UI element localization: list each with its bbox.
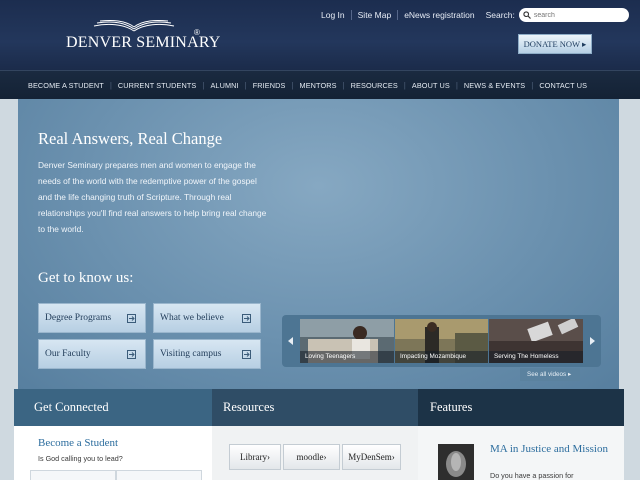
nav-resources[interactable]: RESOURCES	[345, 81, 404, 90]
connect-tab[interactable]	[30, 470, 116, 480]
features-heading: Features	[418, 389, 624, 426]
nav-friends[interactable]: FRIENDS	[247, 81, 292, 90]
see-all-videos-link[interactable]: See all videos ▸	[520, 368, 580, 381]
visiting-campus-button[interactable]: Visiting campus	[153, 339, 261, 369]
sitemap-link[interactable]: Site Map	[352, 10, 399, 20]
resources-heading: Resources	[212, 389, 418, 426]
feature-text: Do you have a passion for	[490, 471, 574, 480]
arrow-right-icon	[242, 350, 251, 359]
feature-title-link[interactable]: MA in Justice and Mission	[490, 443, 610, 456]
video-caption: Loving Teenagers	[300, 351, 394, 363]
carousel-next-button[interactable]	[586, 333, 598, 349]
nav-become-a-student[interactable]: BECOME A STUDENT	[22, 81, 110, 90]
get-to-know-heading: Get to know us:	[38, 270, 134, 286]
library-label: Library›	[240, 452, 270, 462]
become-a-student-subtitle: Is God calling you to lead?	[38, 454, 123, 463]
our-faculty-button[interactable]: Our Faculty	[38, 339, 146, 369]
library-button[interactable]: Library›	[229, 444, 281, 470]
resources-panel: Library› moodle› MyDenSem›	[212, 426, 418, 480]
video-thumb-impacting-mozambique[interactable]: Impacting Mozambique	[395, 319, 488, 363]
get-connected-panel: Become a Student Is God calling you to l…	[14, 426, 212, 480]
registered-mark: ®	[194, 28, 200, 37]
video-thumb-serving-the-homeless[interactable]: Serving The Homeless	[489, 319, 583, 363]
search-icon	[523, 11, 531, 19]
chevron-left-icon	[288, 337, 293, 345]
video-thumb-loving-teenagers[interactable]: Loving Teenagers	[300, 319, 394, 363]
hero-panel: Real Answers, Real Change Denver Seminar…	[18, 99, 619, 389]
degree-programs-button[interactable]: Degree Programs	[38, 303, 146, 333]
carousel-prev-button[interactable]	[285, 333, 297, 349]
login-link[interactable]: Log In	[315, 10, 352, 20]
main-nav: BECOME A STUDENT | CURRENT STUDENTS | AL…	[0, 70, 640, 99]
open-book-icon	[93, 20, 175, 32]
search-label: Search:	[485, 10, 515, 20]
site-logo[interactable]: DENVER SEMINARY ®	[66, 20, 220, 52]
what-we-believe-button[interactable]: What we believe	[153, 303, 261, 333]
nav-about-us[interactable]: ABOUT US	[406, 81, 456, 90]
chevron-right-icon	[590, 337, 595, 345]
degree-programs-label: Degree Programs	[45, 313, 112, 323]
arrow-right-icon	[127, 314, 136, 323]
video-carousel: Loving Teenagers Impacting Mozambique Se…	[282, 315, 601, 367]
video-caption: Impacting Mozambique	[395, 351, 488, 363]
search-box[interactable]	[518, 8, 629, 22]
hero-description: Denver Seminary prepares men and women t…	[38, 160, 267, 234]
nav-news-events[interactable]: NEWS & EVENTS	[458, 81, 531, 90]
mydensem-button[interactable]: MyDenSem›	[342, 444, 401, 470]
visiting-campus-label: Visiting campus	[160, 349, 222, 359]
what-we-believe-label: What we believe	[160, 313, 224, 323]
nav-current-students[interactable]: CURRENT STUDENTS	[112, 81, 203, 90]
nav-alumni[interactable]: ALUMNI	[204, 81, 244, 90]
arrow-right-icon	[127, 350, 136, 359]
video-caption: Serving The Homeless	[489, 351, 583, 363]
connect-tab[interactable]	[116, 470, 202, 480]
become-a-student-link[interactable]: Become a Student	[38, 437, 118, 449]
moodle-button[interactable]: moodle›	[283, 444, 340, 470]
site-header: DENVER SEMINARY ® Log In Site Map eNews …	[0, 0, 640, 70]
nav-mentors[interactable]: MENTORS	[294, 81, 343, 90]
features-panel: MA in Justice and Mission Do you have a …	[418, 426, 624, 480]
hero-title: Real Answers, Real Change	[38, 129, 223, 148]
enews-link[interactable]: eNews registration	[398, 10, 480, 20]
get-connected-heading: Get Connected	[14, 389, 212, 426]
utility-bar: Log In Site Map eNews registration Searc…	[315, 6, 629, 24]
mydensem-label: MyDenSem›	[348, 452, 395, 462]
praying-hands-image	[438, 444, 474, 480]
our-faculty-label: Our Faculty	[45, 349, 91, 359]
moodle-label: moodle›	[296, 452, 327, 462]
arrow-right-icon	[242, 314, 251, 323]
nav-contact-us[interactable]: CONTACT US	[533, 81, 593, 90]
donate-button[interactable]: DONATE NOW ▸	[518, 34, 592, 54]
search-input[interactable]	[533, 11, 624, 19]
feature-thumbnail[interactable]	[438, 444, 474, 480]
